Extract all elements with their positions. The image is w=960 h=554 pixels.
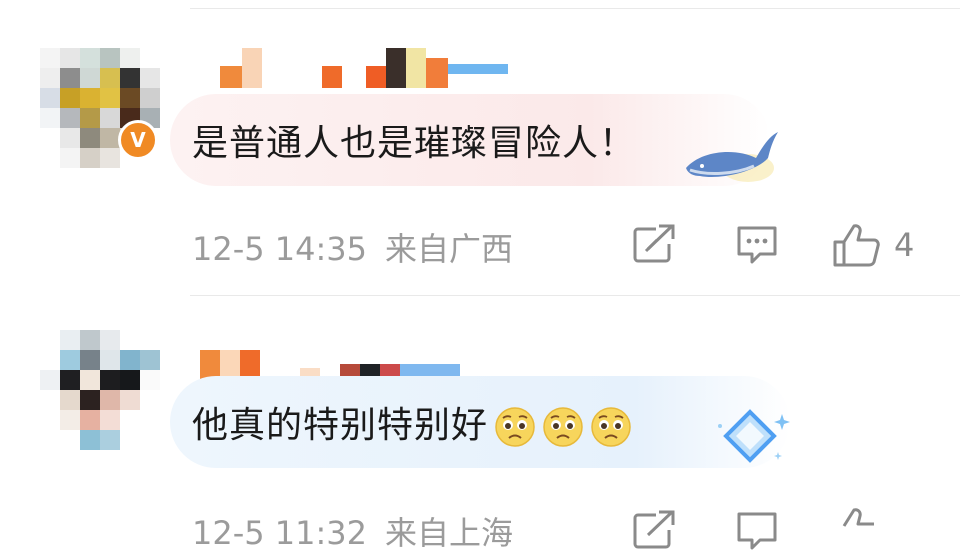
avatar[interactable]: [40, 330, 160, 450]
repost-icon: [633, 510, 676, 549]
comment-text-body: 他真的特别特别好: [192, 405, 489, 446]
comment-meta: 12-5 11:32 来自上海: [192, 508, 513, 554]
location: 来自上海: [385, 514, 514, 552]
comment-button[interactable]: [736, 224, 778, 266]
comment-text: 是普通人也是璀璨冒险人！: [192, 123, 637, 164]
comment-item: V 是普通人也是璀璨冒险人！ 12-5 14:35 来自广西 4: [0, 0, 960, 296]
timestamp: 12-5 14:35: [192, 230, 368, 268]
repost-button[interactable]: [632, 224, 676, 264]
comment-item: 他真的特别特别好 12-5 11:32 来自上海: [0, 296, 960, 552]
timestamp: 12-5 11:32: [192, 514, 368, 552]
username[interactable]: [220, 48, 508, 88]
whale-icon: [686, 132, 778, 182]
repost-button[interactable]: [632, 510, 676, 550]
like-button[interactable]: 4: [832, 222, 914, 268]
diamond-icon: [718, 409, 790, 463]
pleading-face-emoji: [543, 407, 583, 447]
repost-icon: [633, 224, 676, 263]
pleading-face-emoji: [591, 407, 631, 447]
like-icon: [833, 224, 880, 267]
like-count: 4: [894, 226, 915, 264]
like-button[interactable]: [832, 506, 882, 552]
comment-text: 他真的特别特别好: [192, 396, 632, 448]
like-icon: [842, 508, 874, 527]
comment-icon: [737, 512, 777, 550]
comment-icon: [737, 226, 777, 264]
verified-badge: V: [118, 120, 158, 160]
comment-meta: 12-5 14:35 来自广西: [192, 224, 513, 270]
pleading-face-emoji: [495, 407, 535, 447]
comment-button[interactable]: [736, 510, 778, 552]
location: 来自广西: [385, 230, 514, 268]
